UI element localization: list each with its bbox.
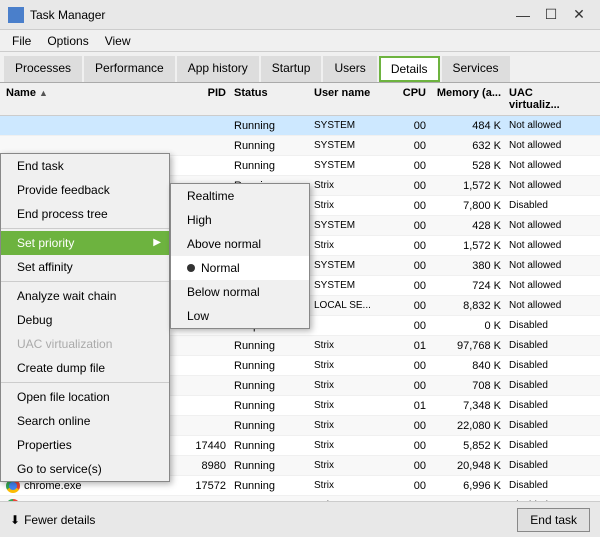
context-menu: End task Provide feedback End process tr… <box>0 153 170 482</box>
separator-3 <box>1 382 169 383</box>
chrome-icon <box>6 499 20 502</box>
menu-options[interactable]: Options <box>39 32 96 50</box>
context-search-online[interactable]: Search online <box>1 409 169 433</box>
context-uac-virtualization: UAC virtualization <box>1 332 169 356</box>
header-status[interactable]: Status <box>230 85 310 113</box>
priority-high[interactable]: High <box>171 208 309 232</box>
context-set-affinity[interactable]: Set affinity <box>1 255 169 279</box>
fewer-details-arrow: ⬇ <box>10 513 20 527</box>
menu-file[interactable]: File <box>4 32 39 50</box>
tab-services[interactable]: Services <box>442 56 510 82</box>
tab-processes[interactable]: Processes <box>4 56 82 82</box>
header-user[interactable]: User name <box>310 85 390 113</box>
maximize-button[interactable]: ☐ <box>538 4 564 26</box>
bottom-bar: ⬇ Fewer details End task <box>0 501 600 537</box>
tab-startup[interactable]: Startup <box>261 56 322 82</box>
tab-app-history[interactable]: App history <box>177 56 259 82</box>
priority-submenu: Realtime High Above normal Normal Below … <box>170 183 310 329</box>
main-area: Name ▲ PID Status User name CPU Memory (… <box>0 83 600 501</box>
header-name[interactable]: Name ▲ <box>0 85 170 113</box>
header-memory[interactable]: Memory (a... <box>430 85 505 113</box>
context-go-to-services[interactable]: Go to service(s) <box>1 457 169 481</box>
separator-1 <box>1 228 169 229</box>
radio-dot-normal <box>187 264 195 272</box>
header-cpu[interactable]: CPU <box>390 85 430 113</box>
minimize-button[interactable]: — <box>510 4 536 26</box>
context-end-task[interactable]: End task <box>1 154 169 178</box>
context-provide-feedback[interactable]: Provide feedback <box>1 178 169 202</box>
context-set-priority[interactable]: Set priority <box>1 231 169 255</box>
context-end-process-tree[interactable]: End process tree <box>1 202 169 226</box>
priority-below-normal[interactable]: Below normal <box>171 280 309 304</box>
priority-normal[interactable]: Normal <box>171 256 309 280</box>
tab-users[interactable]: Users <box>323 56 376 82</box>
context-create-dump[interactable]: Create dump file <box>1 356 169 380</box>
table-header: Name ▲ PID Status User name CPU Memory (… <box>0 83 600 116</box>
title-bar: Task Manager — ☐ ✕ <box>0 0 600 30</box>
separator-2 <box>1 281 169 282</box>
tab-bar: Processes Performance App history Startu… <box>0 52 600 83</box>
table-row[interactable]: RunningSYSTEM00484 KNot allowed <box>0 116 600 136</box>
sort-arrow-name: ▲ <box>39 88 48 98</box>
tab-performance[interactable]: Performance <box>84 56 175 82</box>
context-debug[interactable]: Debug <box>1 308 169 332</box>
context-analyze-wait-chain[interactable]: Analyze wait chain <box>1 284 169 308</box>
priority-realtime[interactable]: Realtime <box>171 184 309 208</box>
priority-low[interactable]: Low <box>171 304 309 328</box>
app-icon <box>8 7 24 23</box>
priority-above-normal[interactable]: Above normal <box>171 232 309 256</box>
table-row[interactable]: chrome.exe4664RunningStrix0012,008 KDisa… <box>0 496 600 501</box>
close-button[interactable]: ✕ <box>566 4 592 26</box>
window-title: Task Manager <box>30 8 105 22</box>
context-open-file-location[interactable]: Open file location <box>1 385 169 409</box>
fewer-details-label: Fewer details <box>24 513 95 527</box>
menu-view[interactable]: View <box>97 32 139 50</box>
context-properties[interactable]: Properties <box>1 433 169 457</box>
header-uac[interactable]: UAC virtualiz... <box>505 85 585 113</box>
end-task-button[interactable]: End task <box>517 508 590 532</box>
header-pid[interactable]: PID <box>170 85 230 113</box>
menu-bar: File Options View <box>0 30 600 52</box>
window-controls: — ☐ ✕ <box>510 4 592 26</box>
tab-details[interactable]: Details <box>379 56 440 82</box>
fewer-details-button[interactable]: ⬇ Fewer details <box>10 513 95 527</box>
